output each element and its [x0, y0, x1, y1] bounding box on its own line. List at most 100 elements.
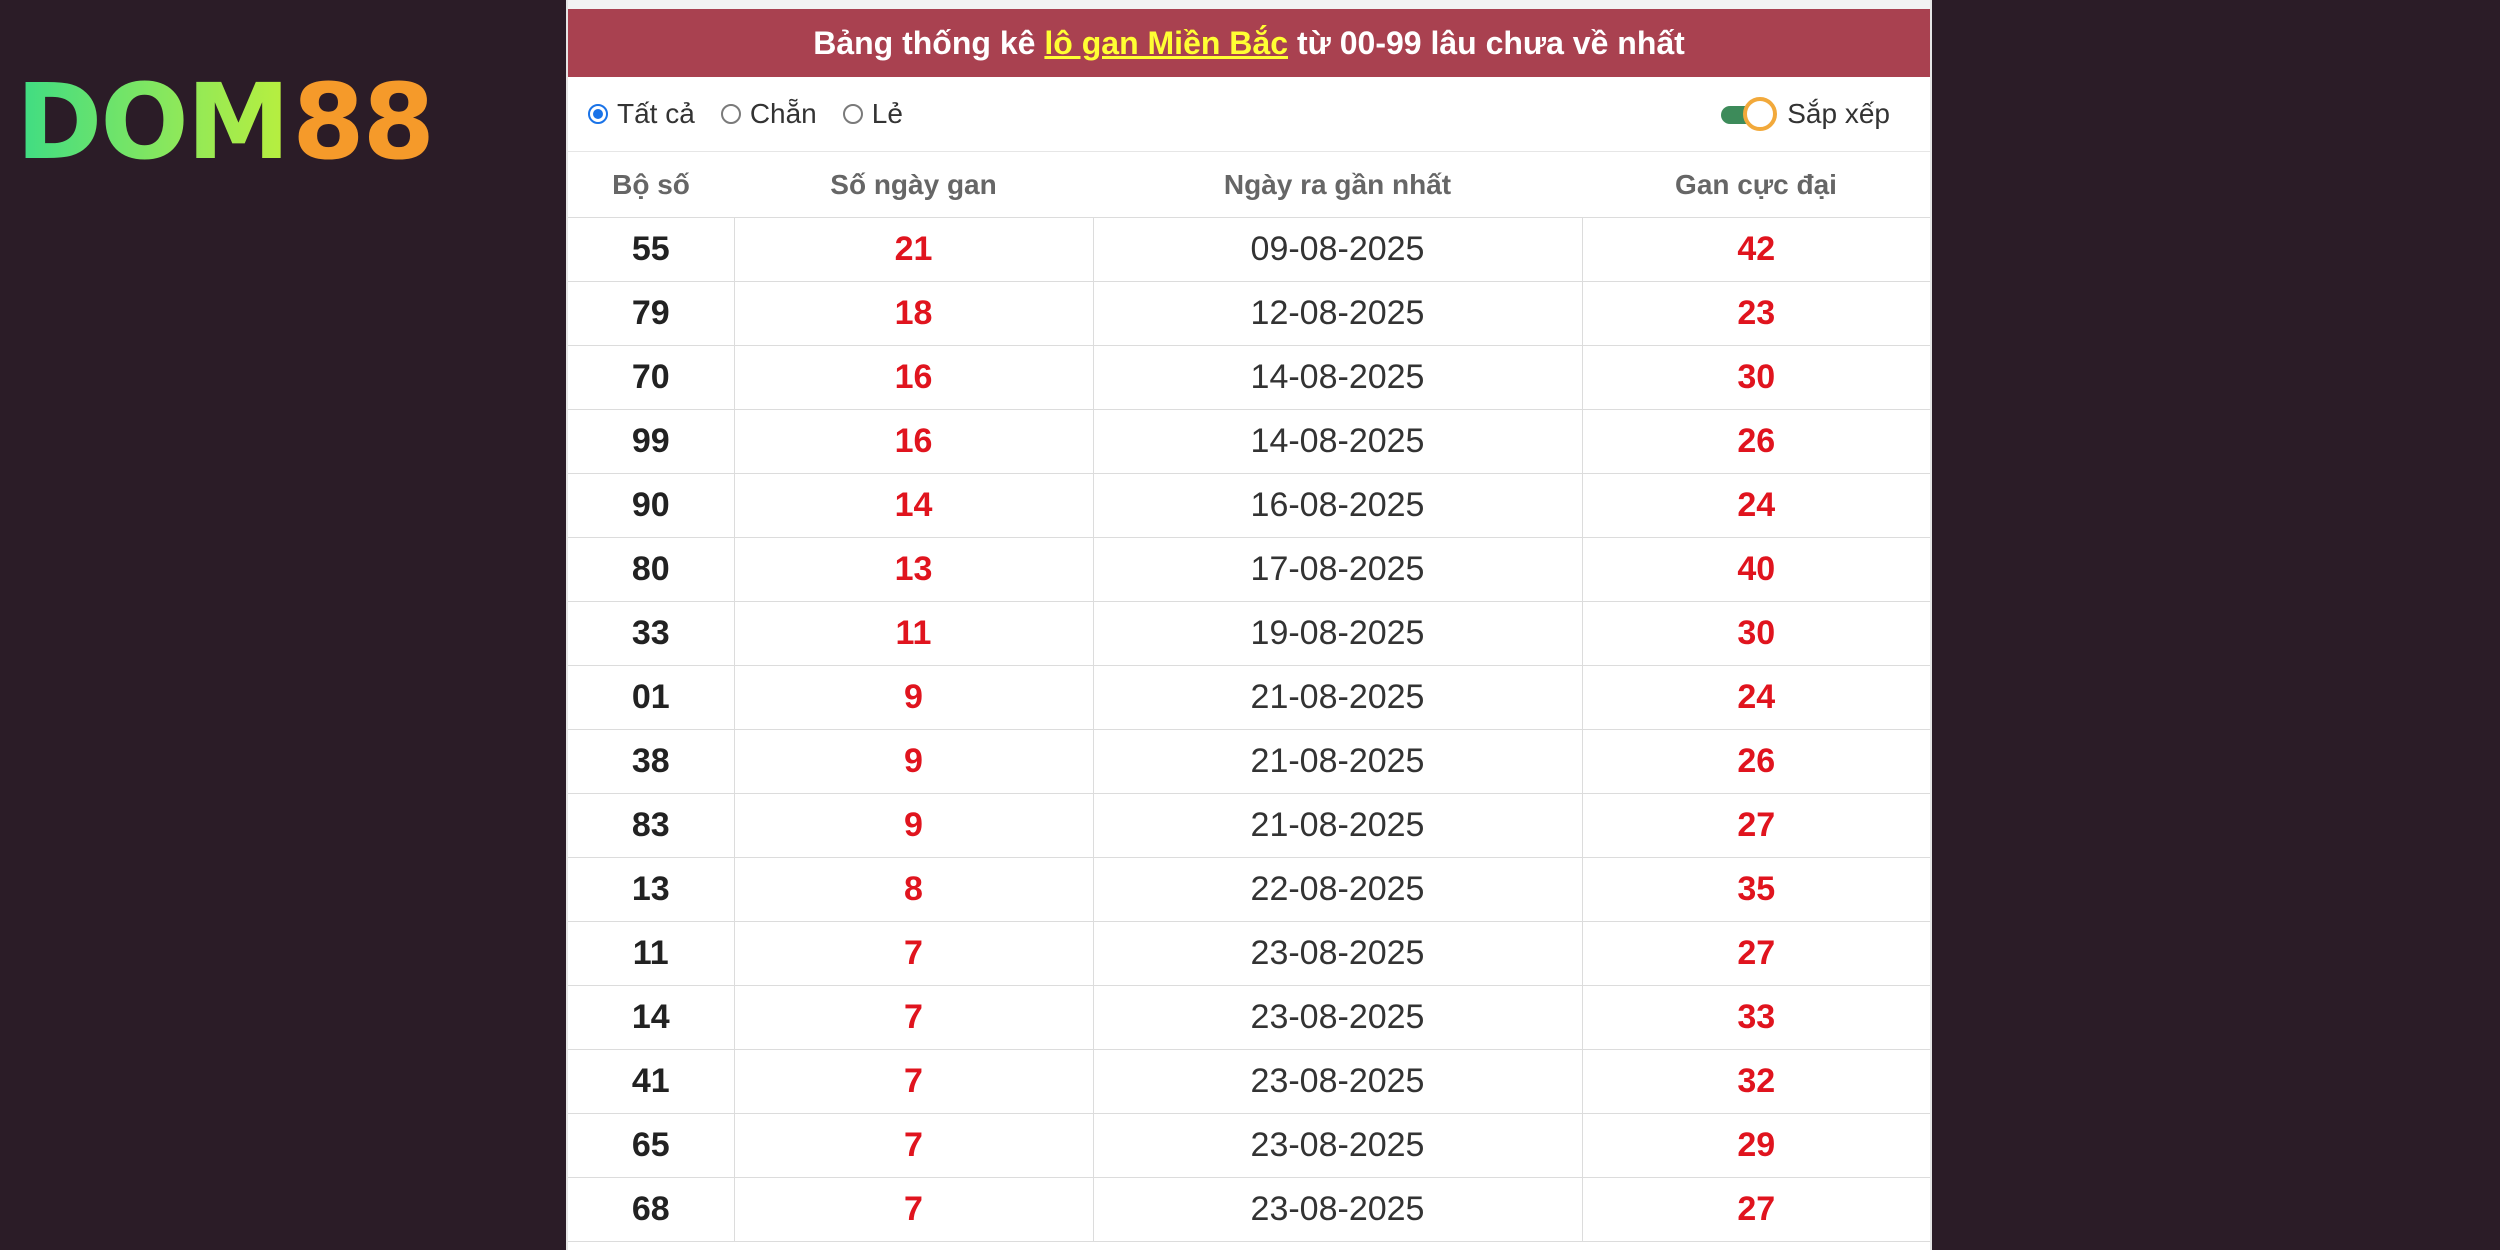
column-header-ngay-ra-gan-nhat[interactable]: Ngày ra gần nhất — [1093, 152, 1582, 218]
radio-label: Lẻ — [871, 98, 903, 129]
radio-option[interactable]: Tất cả — [588, 98, 695, 130]
cell-gan-cuc-dai: 27 — [1581, 921, 1930, 986]
cell-bo-so: 79 — [568, 281, 734, 346]
stats-panel: Bảng thống kê lô gan Miền Bắc từ 00-99 l… — [566, 0, 1932, 1250]
cell-bo-so: 99 — [568, 409, 734, 474]
sort-toggle[interactable]: Sắp xếp — [1721, 97, 1890, 131]
cell-gan-cuc-dai: 30 — [1581, 345, 1930, 410]
cell-ngay-ra-gan-nhat: 23-08-2025 — [1092, 1113, 1582, 1178]
table-row: 65 7 23-08-2025 29 — [568, 1113, 1930, 1178]
cell-so-ngay-gan: 16 — [733, 409, 1093, 474]
cell-ngay-ra-gan-nhat: 21-08-2025 — [1092, 665, 1582, 730]
cell-so-ngay-gan: 21 — [733, 217, 1093, 282]
cell-so-ngay-gan: 7 — [733, 1049, 1093, 1114]
cell-gan-cuc-dai: 40 — [1581, 537, 1930, 602]
title-suffix: từ 00-99 lâu chưa về nhất — [1297, 24, 1685, 61]
table-row: 70 16 14-08-2025 30 — [568, 345, 1930, 410]
cell-ngay-ra-gan-nhat: 23-08-2025 — [1092, 1177, 1582, 1242]
column-header-bo-so[interactable]: Bộ số — [568, 152, 734, 218]
table-row: 01 9 21-08-2025 24 — [568, 665, 1930, 730]
cell-so-ngay-gan: 13 — [733, 537, 1093, 602]
lo-gan-table: Bộ số Số ngày gan Ngày ra gần nhất Gan c… — [568, 152, 1930, 1242]
table-row: 11 7 23-08-2025 27 — [568, 921, 1930, 986]
cell-so-ngay-gan: 7 — [733, 1113, 1093, 1178]
filter-bar: Tất cả Chẵn Lẻ Sắp xếp — [568, 77, 1930, 152]
panel-top-spacer — [568, 0, 1930, 9]
brand-logo: DOM 88 — [16, 61, 435, 183]
table-body: 55 21 09-08-2025 42 79 18 12-08-2025 23 70 16 14-0… — [568, 217, 1930, 1242]
cell-ngay-ra-gan-nhat: 12-08-2025 — [1092, 281, 1582, 346]
cell-so-ngay-gan: 8 — [733, 857, 1093, 922]
cell-ngay-ra-gan-nhat: 14-08-2025 — [1092, 409, 1582, 474]
sort-label: Sắp xếp — [1787, 98, 1890, 129]
radio-label: Tất cả — [617, 98, 695, 129]
title-link-lo-gan[interactable]: lô gan Miền Bắc — [1044, 25, 1288, 62]
table-row: 99 16 14-08-2025 26 — [568, 409, 1930, 474]
page-title: Bảng thống kê lô gan Miền Bắc từ 00-99 l… — [568, 9, 1930, 77]
cell-ngay-ra-gan-nhat: 22-08-2025 — [1092, 857, 1582, 922]
cell-bo-so: 68 — [568, 1177, 734, 1242]
cell-so-ngay-gan: 7 — [733, 921, 1093, 986]
cell-so-ngay-gan: 9 — [733, 793, 1093, 858]
cell-bo-so: 01 — [568, 665, 734, 730]
table-row: 83 9 21-08-2025 27 — [568, 793, 1930, 858]
toggle-switch[interactable] — [1721, 97, 1779, 131]
cell-gan-cuc-dai: 33 — [1581, 985, 1930, 1050]
cell-gan-cuc-dai: 42 — [1581, 217, 1930, 282]
toggle-knob — [1743, 97, 1778, 131]
cell-bo-so: 13 — [568, 857, 734, 922]
table-row: 55 21 09-08-2025 42 — [568, 217, 1930, 282]
cell-bo-so: 90 — [568, 473, 734, 538]
cell-ngay-ra-gan-nhat: 21-08-2025 — [1092, 729, 1582, 794]
cell-bo-so: 14 — [568, 985, 734, 1050]
cell-gan-cuc-dai: 26 — [1581, 729, 1930, 794]
table-row: 79 18 12-08-2025 23 — [568, 281, 1930, 346]
cell-ngay-ra-gan-nhat: 19-08-2025 — [1092, 601, 1582, 666]
cell-gan-cuc-dai: 27 — [1581, 793, 1930, 858]
logo-text-dom: DOM — [16, 61, 290, 183]
cell-bo-so: 55 — [568, 217, 734, 282]
cell-bo-so: 83 — [568, 793, 734, 858]
column-header-gan-cuc-dai[interactable]: Gan cực đại — [1582, 152, 1930, 218]
table-row: 68 7 23-08-2025 27 — [568, 1177, 1930, 1242]
cell-ngay-ra-gan-nhat: 23-08-2025 — [1092, 1049, 1582, 1114]
cell-bo-so: 70 — [568, 345, 734, 410]
cell-ngay-ra-gan-nhat: 23-08-2025 — [1092, 921, 1582, 986]
column-header-so-ngay-gan[interactable]: Số ngày gan — [734, 152, 1093, 218]
cell-bo-so: 80 — [568, 537, 734, 602]
radio-button[interactable] — [720, 104, 741, 124]
radio-button[interactable] — [842, 104, 863, 124]
radio-option[interactable]: Chẵn — [720, 98, 817, 130]
table-header-row: Bộ số Số ngày gan Ngày ra gần nhất Gan c… — [568, 152, 1930, 218]
cell-gan-cuc-dai: 23 — [1581, 281, 1930, 346]
cell-so-ngay-gan: 7 — [733, 985, 1093, 1050]
radio-button[interactable] — [588, 104, 608, 124]
cell-so-ngay-gan: 18 — [733, 281, 1093, 346]
cell-gan-cuc-dai: 26 — [1581, 409, 1930, 474]
cell-so-ngay-gan: 9 — [733, 729, 1093, 794]
parity-radio-group: Tất cả Chẵn Lẻ — [588, 98, 929, 130]
cell-ngay-ra-gan-nhat: 23-08-2025 — [1092, 985, 1582, 1050]
table-row: 33 11 19-08-2025 30 — [568, 601, 1930, 666]
cell-gan-cuc-dai: 30 — [1581, 601, 1930, 666]
cell-ngay-ra-gan-nhat: 16-08-2025 — [1092, 473, 1582, 538]
cell-gan-cuc-dai: 24 — [1581, 665, 1930, 730]
cell-ngay-ra-gan-nhat: 21-08-2025 — [1092, 793, 1582, 858]
cell-gan-cuc-dai: 32 — [1581, 1049, 1930, 1114]
radio-label: Chẵn — [749, 98, 817, 129]
table-row: 38 9 21-08-2025 26 — [568, 729, 1930, 794]
radio-option[interactable]: Lẻ — [842, 98, 903, 130]
cell-ngay-ra-gan-nhat: 14-08-2025 — [1092, 345, 1582, 410]
table-row: 13 8 22-08-2025 35 — [568, 857, 1930, 922]
table-row: 14 7 23-08-2025 33 — [568, 985, 1930, 1050]
cell-ngay-ra-gan-nhat: 17-08-2025 — [1092, 537, 1582, 602]
cell-so-ngay-gan: 9 — [733, 665, 1093, 730]
cell-so-ngay-gan: 11 — [733, 601, 1093, 666]
cell-gan-cuc-dai: 35 — [1581, 857, 1930, 922]
table-row: 90 14 16-08-2025 24 — [568, 473, 1930, 538]
cell-bo-so: 11 — [568, 921, 734, 986]
cell-so-ngay-gan: 14 — [733, 473, 1093, 538]
title-prefix: Bảng thống kê — [813, 24, 1036, 61]
logo-text-88: 88 — [292, 61, 435, 183]
table-row: 41 7 23-08-2025 32 — [568, 1049, 1930, 1114]
